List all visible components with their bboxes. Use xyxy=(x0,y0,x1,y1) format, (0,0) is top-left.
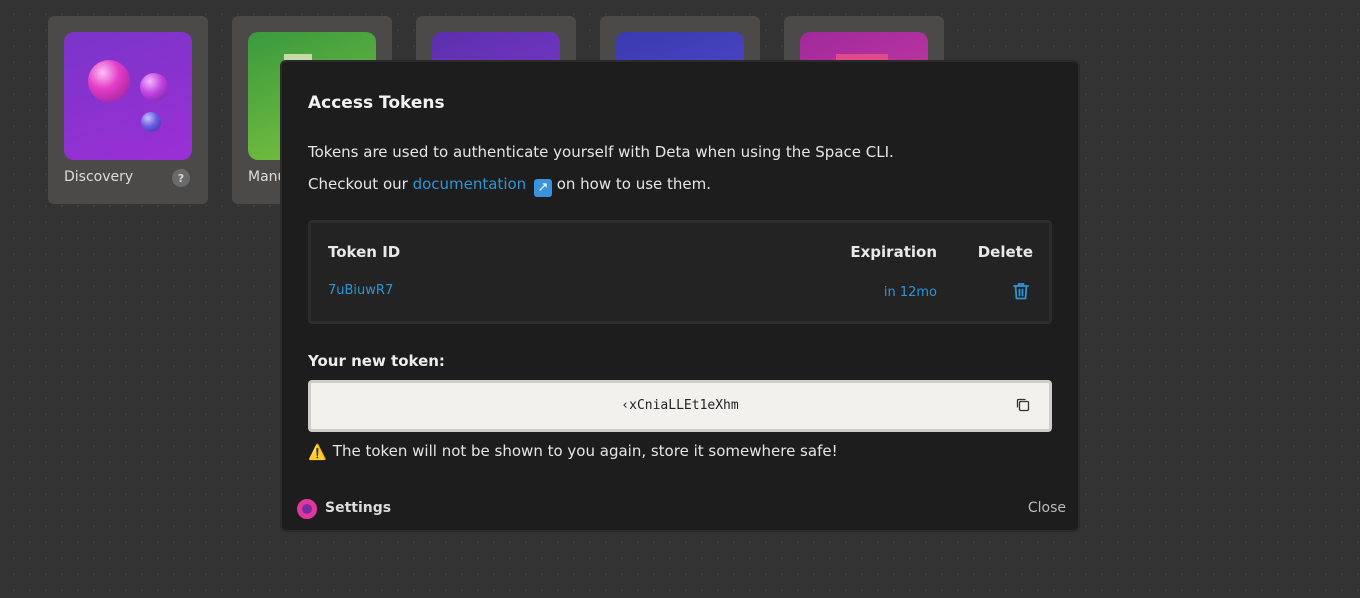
token-expiration-cell: in 12mo xyxy=(883,285,937,300)
documentation-link[interactable]: documentation ↗ xyxy=(412,175,552,197)
warning-text: The token will not be shown to you again… xyxy=(332,442,838,460)
trash-icon[interactable] xyxy=(1012,281,1030,301)
column-header-token-id: Token ID xyxy=(328,243,401,261)
access-tokens-modal: Access Tokens Tokens are used to authent… xyxy=(280,60,1080,532)
description-prefix: Checkout our xyxy=(308,175,413,193)
new-token-value[interactable]: ‹xCniaLLEt1eXhm xyxy=(311,398,1049,413)
documentation-link-label: documentation xyxy=(412,175,527,193)
app-card-discovery[interactable]: Discovery ? xyxy=(48,16,208,204)
warning-message: ⚠️ The token will not be shown to you ag… xyxy=(308,442,838,461)
token-id-cell[interactable]: 7uBiuwR7 xyxy=(328,283,393,298)
column-header-expiration: Expiration xyxy=(850,243,937,261)
modal-title: Access Tokens xyxy=(308,93,445,113)
discovery-app-icon xyxy=(64,32,192,160)
description-text: Tokens are used to authenticate yourself… xyxy=(308,143,894,161)
new-token-field[interactable]: ‹xCniaLLEt1eXhm xyxy=(308,380,1052,432)
copy-icon[interactable] xyxy=(1015,397,1031,413)
tokens-table: Token ID Expiration Delete 7uBiuwR7 in 1… xyxy=(308,220,1052,324)
description-suffix: on how to use them. xyxy=(551,175,712,193)
help-icon[interactable]: ? xyxy=(172,169,190,187)
column-header-delete: Delete xyxy=(977,243,1033,261)
settings-logo-icon xyxy=(297,499,317,519)
app-label: Discovery xyxy=(64,169,134,185)
sphere-decoration xyxy=(88,60,130,102)
warning-icon: ⚠️ xyxy=(308,443,327,461)
external-link-icon: ↗ xyxy=(533,179,552,197)
new-token-label: Your new token: xyxy=(308,352,445,370)
description-text-docs: Checkout our documentation ↗ on how to u… xyxy=(308,175,711,197)
sphere-decoration xyxy=(140,73,168,101)
close-button[interactable]: Close xyxy=(1028,500,1066,516)
sphere-decoration xyxy=(141,112,161,132)
settings-label: Settings xyxy=(325,500,392,516)
